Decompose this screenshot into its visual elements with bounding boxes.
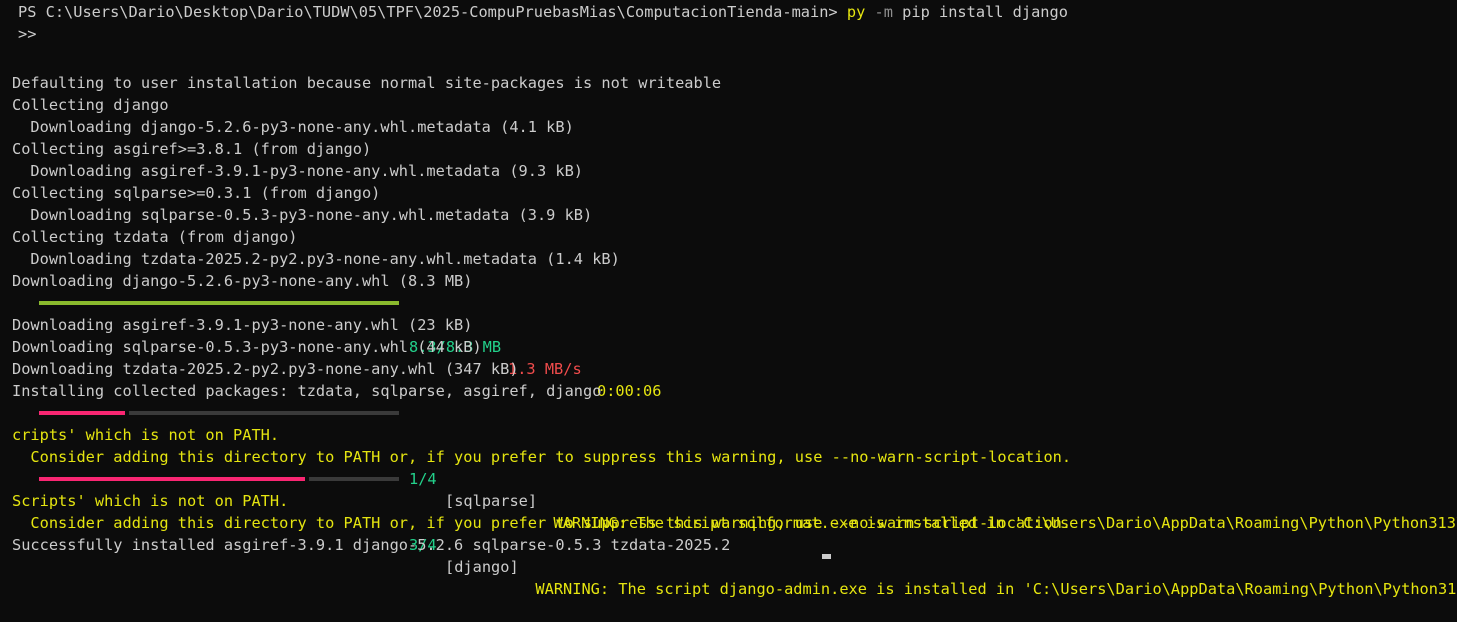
output-line: Successfully installed asgiref-3.9.1 dja… <box>12 536 731 554</box>
install-package: [django] <box>445 558 519 576</box>
install-package: [sqlparse] <box>445 492 538 510</box>
text-cursor <box>822 554 831 559</box>
output-line: Downloading sqlparse-0.5.3-py3-none-any.… <box>12 206 593 224</box>
prompt-line: PS C:\Users\Dario\Desktop\Dario\TUDW\05\… <box>18 1 1068 23</box>
prompt-path: PS C:\Users\Dario\Desktop\Dario\TUDW\05\… <box>18 3 838 21</box>
install-progress-line: 3/4 [django] WARNING: The script django-… <box>0 468 1457 598</box>
command-executable: py <box>846 3 866 21</box>
output-line: Installing collected packages: tzdata, s… <box>12 382 602 400</box>
warning-hint: Consider adding this directory to PATH o… <box>12 448 1072 466</box>
output-line: Defaulting to user installation because … <box>12 74 722 92</box>
output-line: Collecting django <box>12 96 169 114</box>
command-flag: -m <box>874 3 893 21</box>
terminal-window[interactable]: PS C:\Users\Dario\Desktop\Dario\TUDW\05\… <box>0 0 1457 598</box>
warning-hint: Consider adding this directory to PATH o… <box>12 514 1072 532</box>
download-progress-line: 8.3/8.3 MB 1.3 MB/s 0:00:06 <box>0 292 1457 400</box>
warning-continuation: Scripts' which is not on PATH. <box>12 492 289 510</box>
install-progress-bar-done <box>39 411 125 415</box>
output-line: Collecting asgiref>=3.8.1 (from django) <box>12 140 372 158</box>
download-speed: 1.3 MB/s <box>508 360 582 378</box>
output-line: Downloading asgiref-3.9.1-py3-none-any.w… <box>12 316 473 334</box>
download-progress-bar <box>39 301 399 305</box>
output-line: Collecting sqlparse>=0.3.1 (from django) <box>12 184 381 202</box>
output-line: Downloading tzdata-2025.2-py2.py3-none-a… <box>12 250 620 268</box>
output-line: Downloading sqlparse-0.5.3-py3-none-any.… <box>12 338 482 356</box>
install-progress-bar-remaining <box>309 477 399 481</box>
install-progress-line: 1/4 [sqlparse] WARNING: The script sqlfo… <box>0 402 1457 532</box>
install-progress-bar-done <box>39 477 305 481</box>
command-args: pip install django <box>902 3 1068 21</box>
output-line: Downloading asgiref-3.9.1-py3-none-any.w… <box>12 162 583 180</box>
output-line: Downloading tzdata-2025.2-py2.py3-none-a… <box>12 360 519 378</box>
output-line: Downloading django-5.2.6-py3-none-any.wh… <box>12 118 574 136</box>
output-line: Downloading django-5.2.6-py3-none-any.wh… <box>12 272 473 290</box>
install-warning: WARNING: The script django-admin.exe is … <box>517 580 1457 598</box>
continuation-prompt: >> <box>18 25 37 43</box>
output-line: Collecting tzdata (from django) <box>12 228 298 246</box>
download-eta: 0:00:06 <box>597 382 662 400</box>
install-progress-bar-remaining <box>129 411 399 415</box>
warning-continuation: cripts' which is not on PATH. <box>12 426 280 444</box>
